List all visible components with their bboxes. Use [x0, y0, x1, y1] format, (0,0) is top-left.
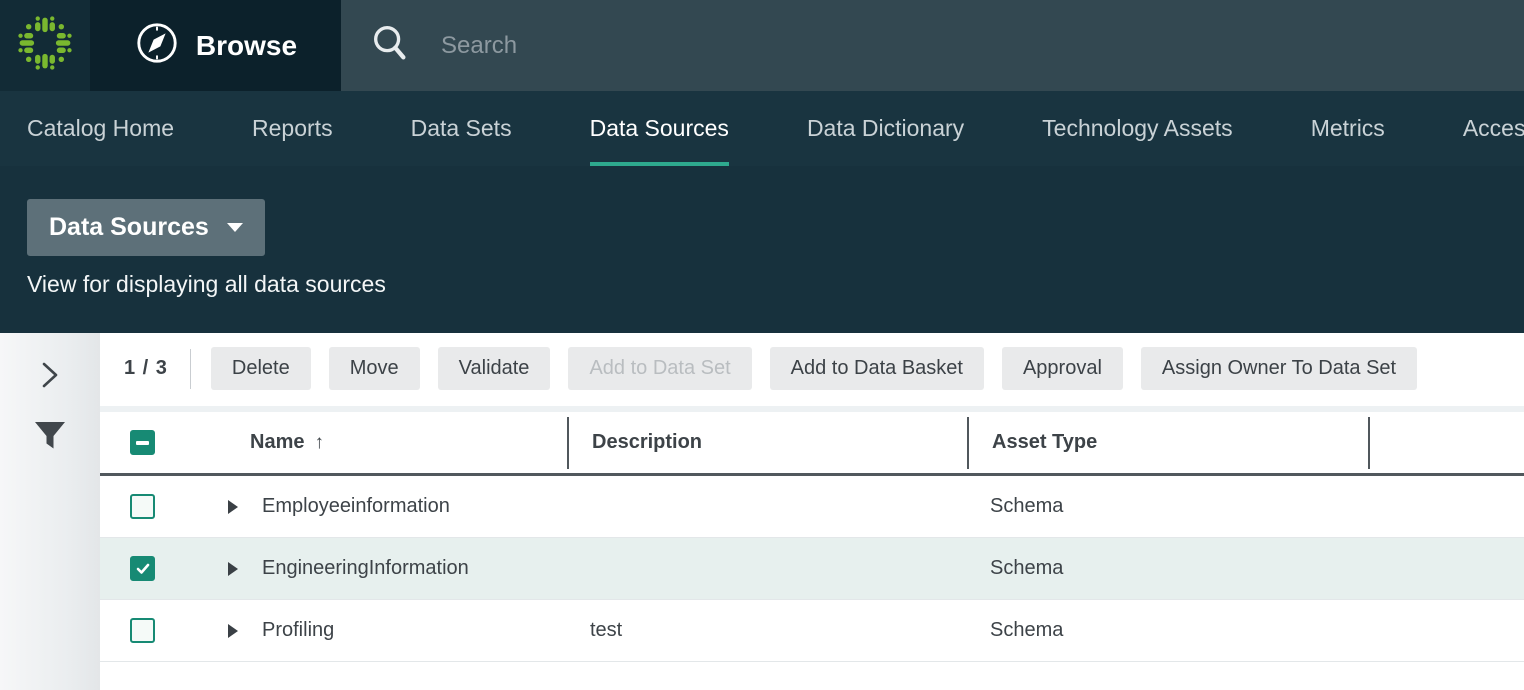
assign-owner-to-data-set-button[interactable]: Assign Owner To Data Set — [1141, 347, 1417, 390]
tab-technology-assets[interactable]: Technology Assets — [1042, 91, 1233, 166]
tab-access[interactable]: Acces — [1463, 91, 1524, 166]
header-name-label: Name — [250, 431, 304, 454]
table-row-engineeringinformation[interactable]: EngineeringInformation Schema — [100, 538, 1524, 600]
approval-button[interactable]: Approval — [1002, 347, 1123, 390]
header-extra-column — [1368, 417, 1524, 469]
row-name-cell: EngineeringInformation — [190, 557, 567, 580]
table-row-profiling[interactable]: Profiling test Schema — [100, 600, 1524, 662]
row-name-cell: Employeeinformation — [190, 495, 567, 518]
row-checkbox-cell — [100, 556, 190, 581]
asset-name-link[interactable]: EngineeringInformation — [262, 557, 469, 580]
tab-reports[interactable]: Reports — [252, 91, 333, 166]
row-checkbox-cell — [100, 494, 190, 519]
compass-icon — [134, 20, 180, 71]
app-logo[interactable] — [0, 0, 90, 91]
action-toolbar: 1 / 3 Delete Move Validate Add to Data S… — [100, 333, 1524, 400]
filter-sidebar — [0, 333, 100, 690]
data-sources-view: 1 / 3 Delete Move Validate Add to Data S… — [100, 333, 1524, 690]
row-checkbox-checked[interactable] — [130, 556, 155, 581]
header-description[interactable]: Description — [567, 417, 967, 469]
browse-label: Browse — [196, 30, 297, 62]
filter-button[interactable] — [34, 422, 66, 455]
magnifier-icon — [369, 22, 411, 69]
sidebar-expand-button[interactable] — [41, 361, 59, 392]
add-to-data-set-button: Add to Data Set — [568, 347, 751, 390]
row-checkbox[interactable] — [130, 618, 155, 643]
row-checkbox-cell — [100, 618, 190, 643]
search-input[interactable] — [441, 32, 1041, 60]
pagination-indicator[interactable]: 1 / 3 — [124, 357, 168, 380]
row-asset-type-cell: Schema — [967, 495, 1368, 518]
filter-funnel-icon — [34, 440, 66, 455]
table-row-employeeinformation[interactable]: Employeeinformation Schema — [100, 476, 1524, 538]
header-name[interactable]: Name ↑ — [190, 431, 567, 454]
row-checkbox[interactable] — [130, 494, 155, 519]
header-checkbox-cell — [100, 430, 190, 455]
header-asset-type[interactable]: Asset Type — [967, 417, 1368, 469]
browse-menu-button[interactable]: Browse — [90, 0, 341, 91]
row-description-cell: test — [567, 619, 967, 642]
select-all-checkbox[interactable] — [130, 430, 155, 455]
sort-asc-icon: ↑ — [314, 432, 324, 454]
table-header: Name ↑ Description Asset Type — [100, 412, 1524, 476]
add-to-data-basket-button[interactable]: Add to Data Basket — [770, 347, 984, 390]
asset-name-link[interactable]: Employeeinformation — [262, 495, 450, 518]
catalog-nav: Catalog Home Reports Data Sets Data Sour… — [0, 91, 1524, 166]
tab-data-sets[interactable]: Data Sets — [411, 91, 512, 166]
expand-caret-icon[interactable] — [228, 562, 238, 576]
header-description-label: Description — [592, 431, 702, 454]
tab-data-sources[interactable]: Data Sources — [590, 91, 729, 166]
toolbar-divider — [190, 349, 191, 389]
asset-name-link[interactable]: Profiling — [262, 619, 334, 642]
expand-caret-icon[interactable] — [228, 624, 238, 638]
brand-logo-icon — [16, 14, 74, 77]
header-asset-type-label: Asset Type — [992, 431, 1097, 454]
view-header-panel: Data Sources View for displaying all dat… — [0, 166, 1524, 333]
tab-data-dictionary[interactable]: Data Dictionary — [807, 91, 964, 166]
delete-button[interactable]: Delete — [211, 347, 311, 390]
tab-metrics[interactable]: Metrics — [1311, 91, 1385, 166]
view-selector-button[interactable]: Data Sources — [27, 199, 265, 256]
row-name-cell: Profiling — [190, 619, 567, 642]
chevron-down-icon — [227, 223, 243, 232]
view-subtitle: View for displaying all data sources — [27, 271, 1524, 298]
tab-catalog-home[interactable]: Catalog Home — [27, 91, 174, 166]
content-area: 1 / 3 Delete Move Validate Add to Data S… — [0, 333, 1524, 690]
row-asset-type-cell: Schema — [967, 619, 1368, 642]
chevron-right-icon — [41, 377, 59, 392]
search-bar — [341, 0, 1524, 91]
view-selector-label: Data Sources — [49, 213, 209, 242]
top-bar: Browse — [0, 0, 1524, 91]
row-asset-type-cell: Schema — [967, 557, 1368, 580]
validate-button[interactable]: Validate — [438, 347, 551, 390]
move-button[interactable]: Move — [329, 347, 420, 390]
expand-caret-icon[interactable] — [228, 500, 238, 514]
